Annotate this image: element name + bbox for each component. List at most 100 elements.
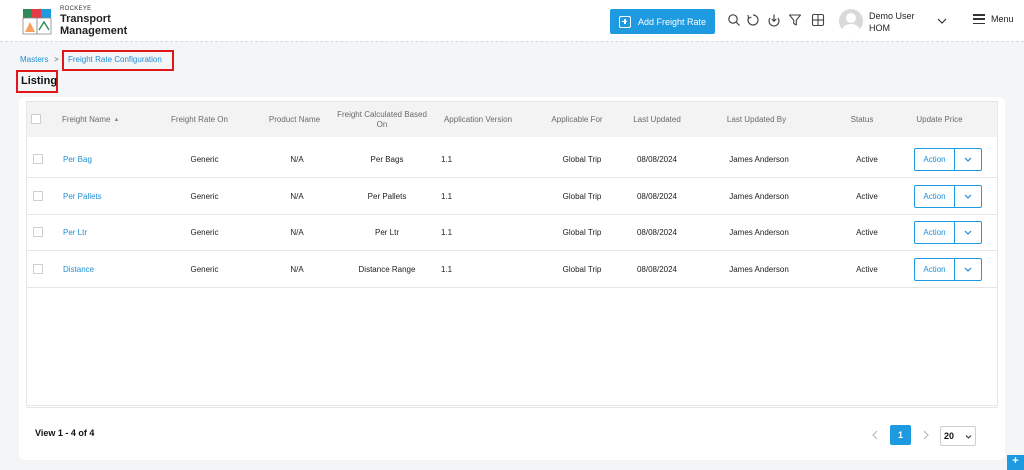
table-row[interactable]: Per Pallets Generic N/A Per Pallets 1.1 … — [27, 178, 997, 215]
brand-line-1: Transport — [60, 13, 111, 25]
status-badge: Active — [856, 264, 878, 274]
row-checkbox[interactable] — [33, 227, 43, 237]
chevron-left-icon[interactable] — [870, 428, 880, 440]
cell-last-updated: 08/08/2024 — [636, 191, 678, 201]
status-badge: Active — [856, 154, 878, 164]
brand-line-2: Management — [60, 25, 128, 37]
select-all-checkbox[interactable] — [31, 114, 41, 124]
col-freight-calculated[interactable]: Freight Calculated Based On — [337, 102, 427, 137]
cell-rate-on: Generic — [190, 154, 219, 164]
cell-version: 1.1 — [441, 227, 453, 237]
table-header: Freight Name ▲ Freight Rate On Product N… — [27, 102, 997, 137]
breadcrumb-current[interactable]: Freight Rate Configuration — [62, 50, 174, 71]
cell-updated-by: James Anderson — [729, 227, 789, 237]
col-last-updated[interactable]: Last Updated — [617, 102, 697, 137]
add-freight-rate-button[interactable]: Add Freight Rate — [610, 9, 715, 34]
menu-button[interactable]: Menu — [973, 14, 1014, 24]
col-freight-rate-on[interactable]: Freight Rate On — [157, 102, 242, 137]
col-status[interactable]: Status — [827, 102, 897, 137]
page-title: Listing — [16, 70, 58, 93]
download-icon[interactable] — [767, 13, 781, 27]
chevron-down-icon[interactable] — [936, 14, 948, 26]
cell-updated-by: James Anderson — [729, 191, 789, 201]
cell-version: 1.1 — [441, 264, 453, 274]
corner-add-icon[interactable]: + — [1007, 455, 1024, 470]
row-checkbox[interactable] — [33, 191, 43, 201]
action-button[interactable]: Action — [915, 222, 955, 243]
cell-product: N/A — [290, 227, 304, 237]
table-row[interactable]: Per Ltr Generic N/A Per Ltr 1.1 Global T… — [27, 214, 997, 251]
cell-rate-on: Generic — [190, 191, 219, 201]
cell-applicable-for: Global Trip — [562, 154, 602, 164]
rockeye-logo-icon[interactable] — [22, 6, 54, 36]
grid-icon[interactable] — [811, 13, 825, 27]
cell-rate-on: Generic — [190, 227, 219, 237]
cell-based-on: Distance Range — [358, 264, 416, 274]
col-freight-name-label: Freight Name — [62, 114, 111, 124]
page-size-select[interactable]: 20 — [940, 426, 976, 446]
cell-updated-by: James Anderson — [729, 264, 789, 274]
brand-small: ROCKEYE — [60, 6, 92, 12]
breadcrumb-separator: > — [54, 55, 59, 64]
cell-applicable-for: Global Trip — [562, 191, 602, 201]
plus-icon — [619, 15, 631, 28]
add-freight-rate-label: Add Freight Rate — [638, 16, 707, 27]
row-checkbox[interactable] — [33, 264, 43, 274]
action-dropdown[interactable]: Action — [914, 148, 982, 171]
page-size-value: 20 — [944, 431, 955, 441]
chevron-down-icon[interactable] — [955, 259, 981, 280]
cell-last-updated: 08/08/2024 — [636, 154, 678, 164]
avatar[interactable] — [839, 9, 863, 33]
user-name: Demo User — [869, 11, 915, 21]
page-button-1[interactable]: 1 — [890, 425, 911, 445]
freight-name-link[interactable]: Per Ltr — [63, 214, 153, 250]
action-dropdown[interactable]: Action — [914, 258, 982, 281]
cell-product: N/A — [290, 191, 304, 201]
action-button[interactable]: Action — [915, 149, 955, 170]
cell-product: N/A — [290, 264, 304, 274]
chevron-right-icon[interactable] — [921, 428, 931, 440]
col-last-updated-by[interactable]: Last Updated By — [709, 102, 804, 137]
cell-updated-by: James Anderson — [729, 154, 789, 164]
chevron-down-icon[interactable] — [955, 222, 981, 243]
cell-version: 1.1 — [441, 191, 453, 201]
col-product-name[interactable]: Product Name — [252, 102, 337, 137]
freight-name-link[interactable]: Per Bag — [63, 141, 153, 177]
cell-based-on: Per Ltr — [374, 227, 399, 237]
hamburger-icon — [973, 14, 985, 24]
status-badge: Active — [856, 227, 878, 237]
col-freight-name[interactable]: Freight Name ▲ — [62, 102, 152, 137]
cell-version: 1.1 — [441, 154, 453, 164]
user-role: HOM — [869, 23, 890, 33]
cell-based-on: Per Pallets — [367, 191, 407, 201]
action-dropdown[interactable]: Action — [914, 185, 982, 208]
cell-last-updated: 08/08/2024 — [636, 227, 678, 237]
history-icon[interactable] — [746, 13, 760, 27]
action-dropdown[interactable]: Action — [914, 221, 982, 244]
row-checkbox[interactable] — [33, 154, 43, 164]
sort-asc-icon[interactable]: ▲ — [113, 115, 119, 125]
brand-name: ROCKEYE Transport Management — [60, 6, 127, 37]
col-update-price: Update Price — [916, 114, 963, 124]
menu-label: Menu — [991, 14, 1014, 24]
table-row[interactable]: Distance Generic N/A Distance Range 1.1 … — [27, 251, 997, 288]
cell-based-on: Per Bags — [370, 154, 404, 164]
breadcrumb-masters[interactable]: Masters — [20, 55, 48, 64]
chevron-down-icon — [965, 435, 972, 439]
cell-applicable-for: Global Trip — [562, 227, 602, 237]
footer-divider — [26, 407, 998, 408]
freight-name-link[interactable]: Distance — [63, 251, 153, 287]
chevron-down-icon[interactable] — [955, 149, 981, 170]
col-application-version[interactable]: Application Version — [432, 102, 524, 137]
filter-icon[interactable] — [788, 13, 802, 27]
search-icon[interactable] — [727, 13, 741, 27]
freight-name-link[interactable]: Per Pallets — [63, 178, 153, 214]
user-info[interactable]: Demo User HOM — [869, 10, 915, 34]
chevron-down-icon[interactable] — [955, 186, 981, 207]
action-button[interactable]: Action — [915, 186, 955, 207]
cell-rate-on: Generic — [190, 264, 219, 274]
table-row[interactable]: Per Bag Generic N/A Per Bags 1.1 Global … — [27, 141, 997, 178]
freight-rate-table: Freight Name ▲ Freight Rate On Product N… — [26, 101, 998, 406]
col-applicable-for[interactable]: Applicable For — [537, 102, 617, 137]
action-button[interactable]: Action — [915, 259, 955, 280]
